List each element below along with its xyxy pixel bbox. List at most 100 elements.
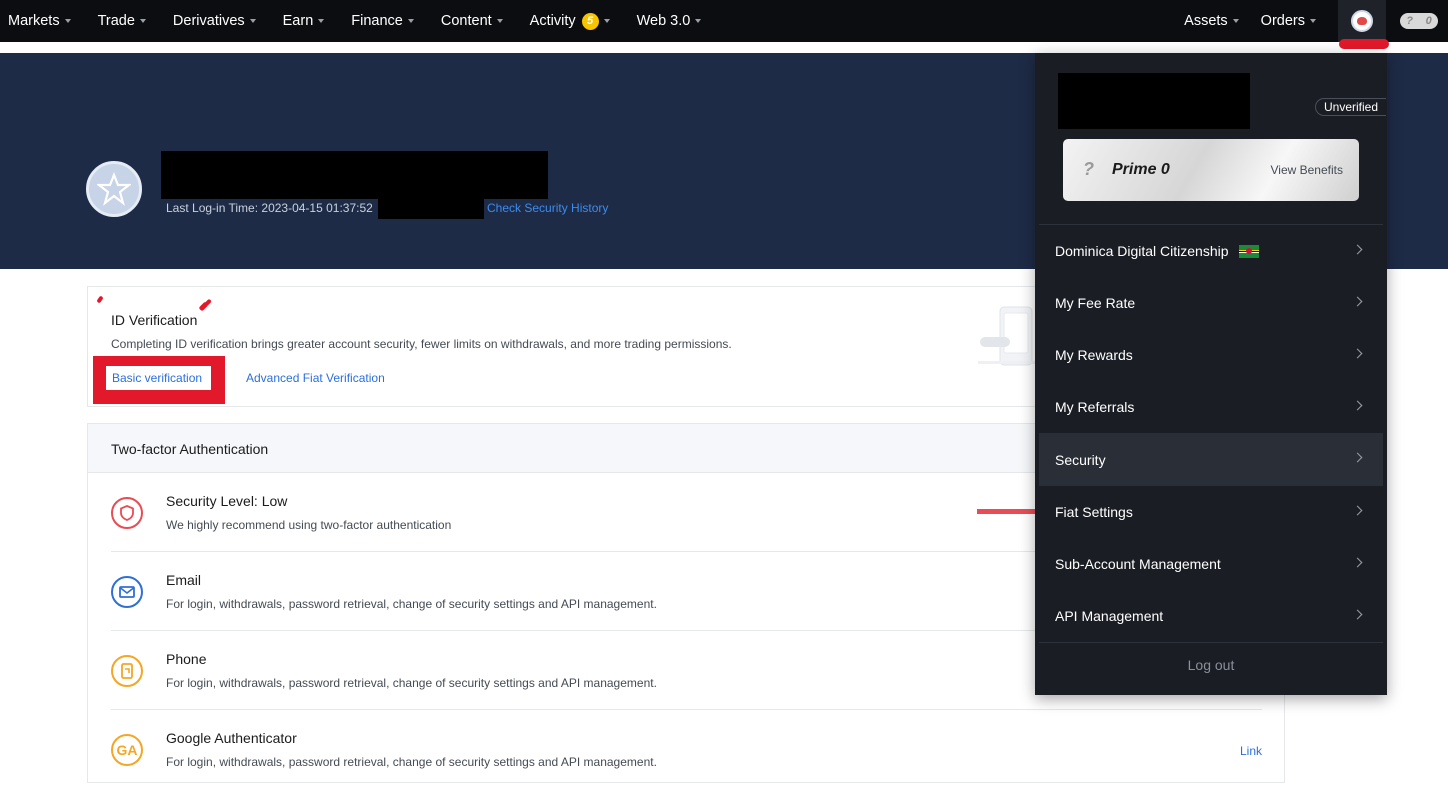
chevron-right-icon (1352, 296, 1363, 307)
redacted-account-name (1058, 73, 1250, 129)
star-icon (97, 172, 131, 206)
menu-item-label: My Rewards (1055, 347, 1133, 363)
menu-item-label: Security (1055, 451, 1106, 468)
nav-assets-label: Assets (1184, 13, 1228, 29)
id-verification-card: ID Verification Completing ID verificati… (87, 286, 1087, 407)
menu-item-label: Dominica Digital Citizenship (1055, 243, 1229, 259)
help-badge-count: 0 (1425, 15, 1432, 27)
menu-item-label: Sub-Account Management (1055, 556, 1221, 572)
chevron-down-icon (1232, 19, 1239, 23)
link-google-authenticator-button[interactable]: Link (1240, 744, 1262, 758)
nav-orders[interactable]: Orders (1261, 0, 1316, 42)
chevron-down-icon (139, 19, 146, 23)
chevron-down-icon (64, 19, 71, 23)
menu-item-label: My Fee Rate (1055, 295, 1136, 311)
nav-content[interactable]: Content (441, 0, 503, 42)
profile-avatar (86, 161, 142, 217)
security-level-description: We highly recommend using two-factor aut… (166, 518, 452, 532)
menu-item-fiat-settings[interactable]: Fiat Settings (1039, 486, 1383, 538)
last-login-label: Last Log-in Time: (166, 201, 259, 215)
last-login-time: 2023-04-15 01:37:52 (261, 201, 373, 215)
dominica-flag-icon (1238, 244, 1259, 258)
prime-level-icon: ? (1083, 159, 1094, 179)
nav-trade-label: Trade (97, 13, 135, 29)
nav-assets[interactable]: Assets (1184, 0, 1239, 42)
email-title: Email (166, 572, 202, 588)
nav-earn[interactable]: Earn (283, 0, 325, 42)
chevron-right-icon (1352, 609, 1363, 620)
redacted-ip (378, 197, 484, 219)
id-verification-description: Completing ID verification brings greate… (111, 337, 732, 351)
nav-finance-label: Finance (351, 13, 403, 29)
logout-button[interactable]: Log out (1035, 657, 1387, 673)
google-authenticator-row: GA Google Authenticator For login, withd… (111, 710, 1262, 789)
chevron-right-icon (1352, 244, 1363, 255)
confetti-decoration (96, 295, 104, 304)
nav-content-label: Content (440, 13, 492, 29)
menu-item-my-fee-rate[interactable]: My Fee Rate (1039, 277, 1383, 329)
id-verification-title: ID Verification (111, 312, 198, 328)
nav-derivatives[interactable]: Derivatives (173, 0, 256, 42)
view-benefits-link[interactable]: View Benefits (1271, 163, 1344, 177)
top-navigation-bar: Markets Trade Derivatives Earn Finance C… (0, 0, 1448, 42)
chevron-right-icon (1352, 348, 1363, 359)
google-authenticator-title: Google Authenticator (166, 730, 297, 746)
menu-item-dominica-digital-citizenship[interactable]: Dominica Digital Citizenship (1039, 225, 1383, 277)
menu-item-api-management[interactable]: API Management (1039, 590, 1383, 642)
main-menu: Markets Trade Derivatives Earn Finance C… (0, 0, 728, 42)
status-badge: Unverified (1315, 98, 1387, 116)
divider (1039, 642, 1383, 643)
phone-description: For login, withdrawals, password retriev… (166, 676, 657, 690)
chevron-right-icon (1352, 452, 1363, 463)
confetti-decoration (204, 298, 212, 307)
menu-item-label: My Referrals (1055, 399, 1135, 415)
nav-markets[interactable]: Markets (8, 0, 71, 42)
chevron-down-icon (1310, 19, 1316, 23)
chevron-right-icon (1352, 557, 1363, 568)
chevron-down-icon (407, 19, 414, 23)
nav-earn-label: Earn (282, 13, 314, 29)
account-menu: Assets Orders ? 0 (1176, 0, 1448, 42)
advanced-fiat-verification-link[interactable]: Advanced Fiat Verification (246, 371, 385, 385)
account-dropdown-menu: Unverified ? Prime 0 View Benefits Domin… (1035, 53, 1387, 695)
menu-item-label: API Management (1055, 608, 1164, 624)
menu-item-label: Fiat Settings (1055, 504, 1133, 520)
shield-icon (111, 497, 143, 529)
chevron-down-icon (695, 19, 702, 23)
chevron-down-icon (249, 19, 256, 23)
nav-activity[interactable]: Activity 5 (530, 0, 610, 42)
security-level-title: Security Level: Low (166, 493, 288, 509)
phone-icon (111, 655, 143, 687)
email-description: For login, withdrawals, password retriev… (166, 597, 657, 611)
check-security-history-link[interactable]: Check Security History (487, 201, 608, 215)
nav-web3[interactable]: Web 3.0 (637, 0, 702, 42)
menu-item-security[interactable]: Security (1039, 433, 1383, 486)
nav-web3-label: Web 3.0 (636, 13, 691, 29)
chevron-right-icon (1352, 505, 1363, 516)
chevron-down-icon (318, 19, 325, 23)
nav-activity-label: Activity (529, 13, 576, 29)
google-authenticator-description: For login, withdrawals, password retriev… (166, 755, 657, 769)
nav-derivatives-label: Derivatives (172, 13, 245, 29)
chevron-down-icon (496, 19, 503, 23)
nav-finance[interactable]: Finance (351, 0, 414, 42)
nav-orders-label: Orders (1260, 13, 1305, 29)
help-badge[interactable]: ? 0 (1400, 13, 1438, 29)
menu-item-my-rewards[interactable]: My Rewards (1039, 329, 1383, 381)
prime-card[interactable]: ? Prime 0 View Benefits (1063, 139, 1359, 201)
user-avatar-button[interactable] (1338, 0, 1386, 42)
nav-trade[interactable]: Trade (98, 0, 146, 42)
basic-verification-link[interactable]: Basic verification (106, 366, 211, 390)
nav-markets-label: Markets (8, 13, 60, 29)
question-icon: ? (1406, 15, 1414, 27)
phone-title: Phone (166, 651, 207, 667)
menu-item-my-referrals[interactable]: My Referrals (1039, 381, 1383, 433)
mail-icon (111, 576, 143, 608)
menu-item-sub-account-management[interactable]: Sub-Account Management (1039, 538, 1383, 590)
activity-coin-icon: 5 (581, 12, 599, 30)
last-login-info: Last Log-in Time: 2023-04-15 01:37:52 (166, 201, 373, 215)
annotation-underline (1339, 39, 1389, 49)
google-authenticator-icon: GA (111, 734, 143, 766)
avatar-face-icon (1357, 17, 1367, 25)
avatar (1351, 10, 1373, 32)
